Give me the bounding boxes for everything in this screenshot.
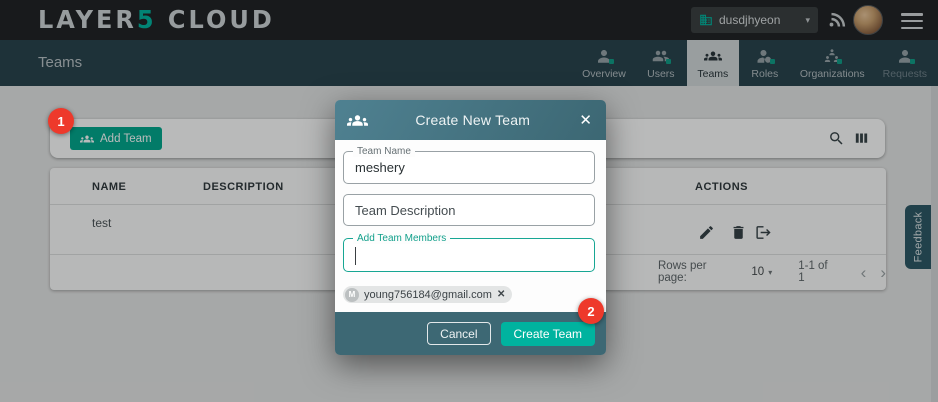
- app-window: LAYER5 CLOUD dusdjhyeon ▾ Teams Overview…: [0, 0, 938, 402]
- group-icon: [347, 110, 368, 131]
- team-description-input[interactable]: [344, 195, 594, 225]
- member-chip: M young756184@gmail.com ✕: [343, 286, 512, 303]
- create-team-modal: Create New Team ✕ Team Name Add Team Mem…: [335, 100, 606, 355]
- team-name-label: Team Name: [353, 146, 415, 157]
- modal-body: Team Name Add Team Members M young756184…: [335, 140, 606, 312]
- modal-title: Create New Team: [368, 112, 577, 128]
- cancel-button[interactable]: Cancel: [427, 322, 490, 345]
- remove-member-icon[interactable]: ✕: [497, 289, 505, 300]
- modal-header: Create New Team ✕: [335, 100, 606, 140]
- add-team-members-field: Add Team Members: [343, 238, 595, 272]
- step-badge-1: 1: [48, 108, 74, 134]
- member-avatar: M: [345, 288, 359, 302]
- team-description-field: [343, 194, 595, 226]
- step-badge-2: 2: [578, 298, 604, 324]
- close-icon[interactable]: ✕: [577, 111, 594, 129]
- modal-footer: Cancel Create Team: [335, 312, 606, 355]
- create-team-button[interactable]: Create Team: [501, 322, 595, 346]
- text-cursor: [355, 247, 356, 265]
- add-team-members-label: Add Team Members: [353, 233, 450, 244]
- team-name-field: Team Name: [343, 151, 595, 184]
- member-email: young756184@gmail.com: [364, 289, 492, 301]
